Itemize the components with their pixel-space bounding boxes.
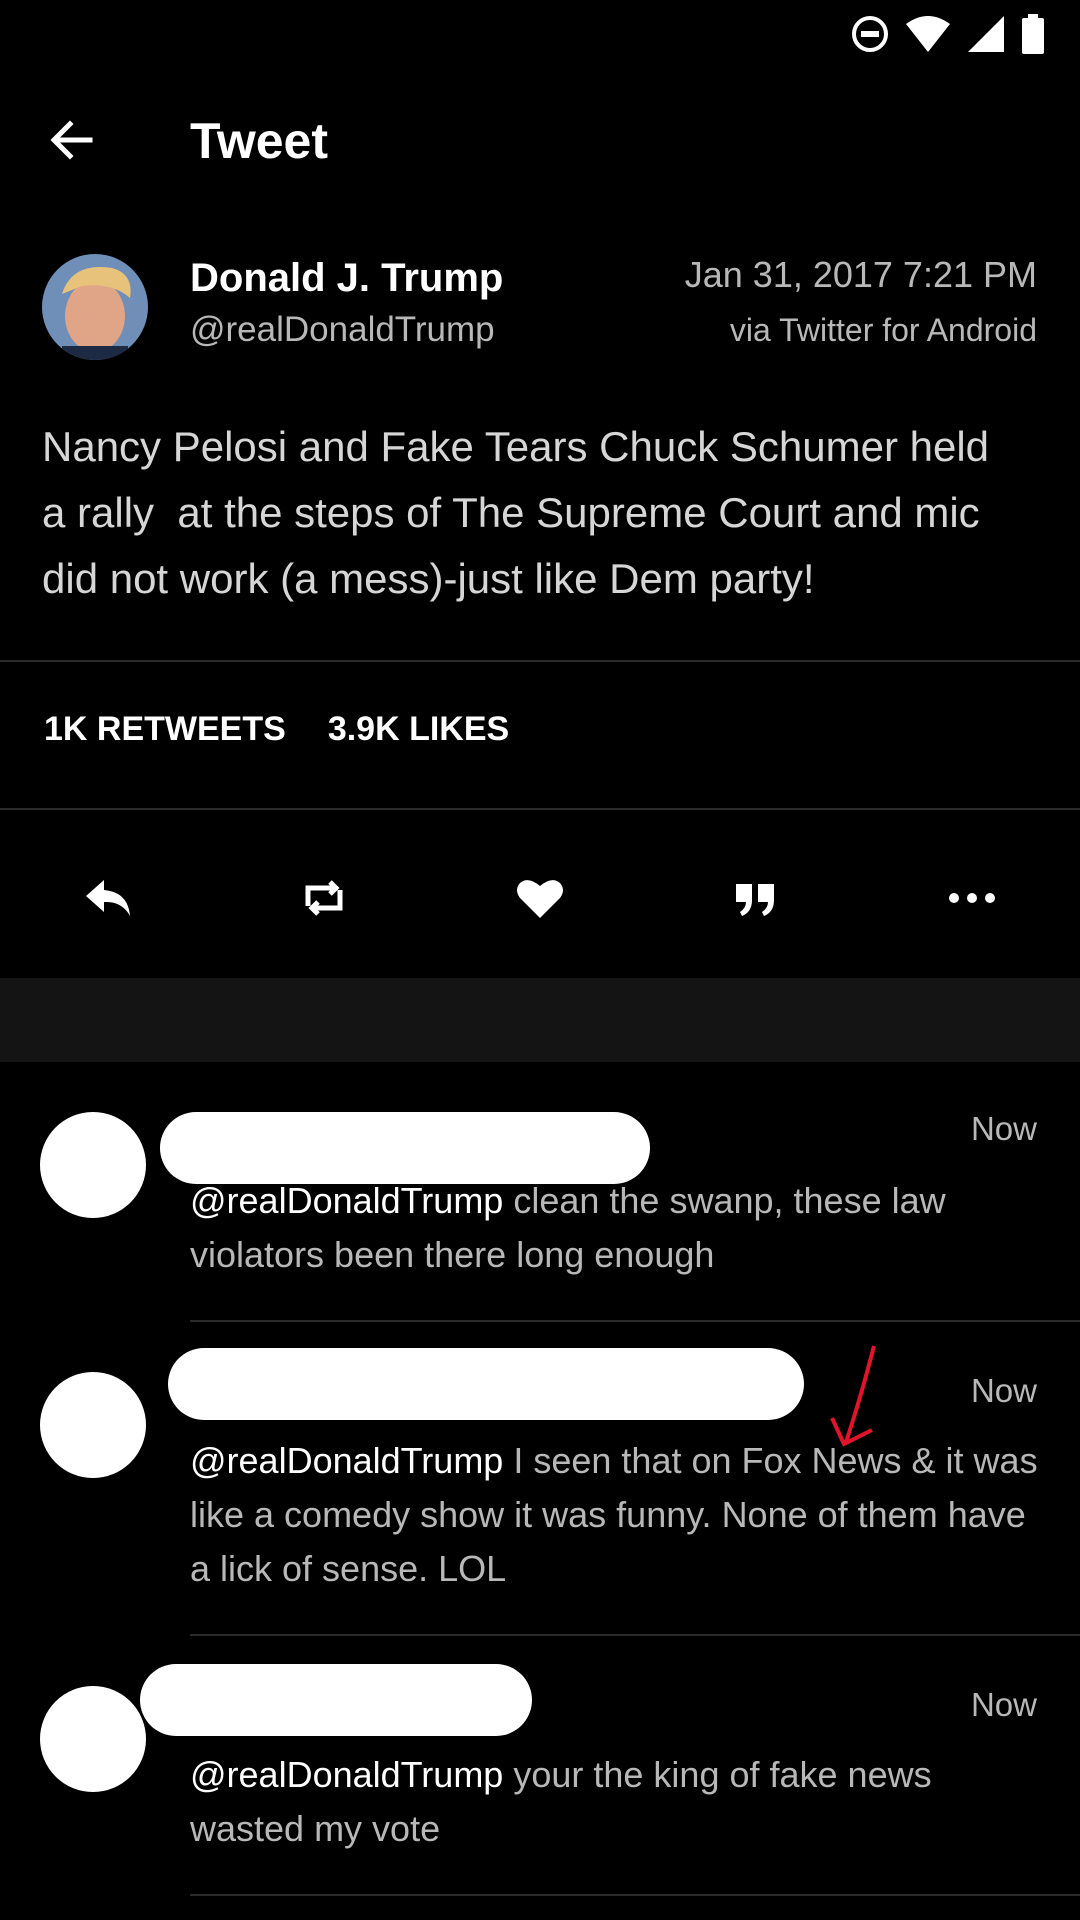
quote-icon xyxy=(736,884,774,916)
avatar[interactable] xyxy=(40,1372,146,1478)
avatar[interactable] xyxy=(40,1686,146,1792)
like-button[interactable] xyxy=(510,868,570,928)
tweet-timestamp: Jan 31, 2017 7:21 PM xyxy=(684,254,1037,295)
more-icon xyxy=(949,893,995,903)
arrow-left-icon xyxy=(50,120,93,160)
battery-icon xyxy=(1022,14,1044,54)
divider xyxy=(190,1634,1080,1636)
tweet-text: Nancy Pelosi and Fake Tears Chuck Schume… xyxy=(42,423,990,602)
wifi-icon xyxy=(906,16,950,52)
status-bar xyxy=(0,0,1080,64)
section-separator xyxy=(0,978,1080,1062)
reply-icon xyxy=(86,880,130,916)
likes-count[interactable]: 3.9K LIKES xyxy=(328,710,509,749)
reply-text: @realDonaldTrump I seen that on Fox News… xyxy=(190,1434,1050,1596)
heart-icon xyxy=(517,880,563,918)
status-icons xyxy=(850,14,1046,54)
tweet-header: Donald J. Trump @realDonaldTrump Jan 31,… xyxy=(0,250,1080,370)
back-button[interactable] xyxy=(40,108,104,172)
retweets-count[interactable]: 1K RETWEETS xyxy=(44,710,286,749)
reply-timestamp: Now xyxy=(970,1110,1037,1147)
redacted-username xyxy=(140,1664,532,1736)
redacted-username xyxy=(168,1348,804,1420)
reply-timestamp: Now xyxy=(970,1372,1037,1409)
quote-button[interactable] xyxy=(726,868,786,928)
divider xyxy=(0,808,1080,810)
author-name[interactable]: Donald J. Trump xyxy=(190,256,503,301)
app-bar: Tweet xyxy=(0,64,1080,214)
retweet-button[interactable] xyxy=(294,868,354,928)
page-title: Tweet xyxy=(190,113,328,169)
retweet-icon xyxy=(305,880,343,916)
mention-link[interactable]: @realDonaldTrump xyxy=(190,1180,503,1221)
signal-icon xyxy=(968,16,1004,52)
action-bar xyxy=(0,850,1080,940)
tweet-source: via Twitter for Android xyxy=(729,312,1037,348)
avatar[interactable] xyxy=(42,254,148,360)
author-handle[interactable]: @realDonaldTrump xyxy=(190,310,495,350)
avatar[interactable] xyxy=(40,1112,146,1218)
more-button[interactable] xyxy=(942,868,1002,928)
reply-timestamp: Now xyxy=(970,1686,1037,1723)
reply-text: @realDonaldTrump your the king of fake n… xyxy=(190,1748,1050,1856)
mention-link[interactable]: @realDonaldTrump xyxy=(190,1440,503,1481)
mention-link[interactable]: @realDonaldTrump xyxy=(190,1754,503,1795)
avatar-image xyxy=(42,254,148,360)
divider xyxy=(0,660,1080,662)
divider xyxy=(190,1320,1080,1322)
reply-button[interactable] xyxy=(78,868,138,928)
divider xyxy=(190,1894,1080,1896)
tweet-stats: 1K RETWEETS 3.9K LIKES xyxy=(44,710,509,749)
do-not-disturb-icon xyxy=(852,16,888,52)
reply-text: @realDonaldTrump clean the swanp, these … xyxy=(190,1174,1050,1282)
